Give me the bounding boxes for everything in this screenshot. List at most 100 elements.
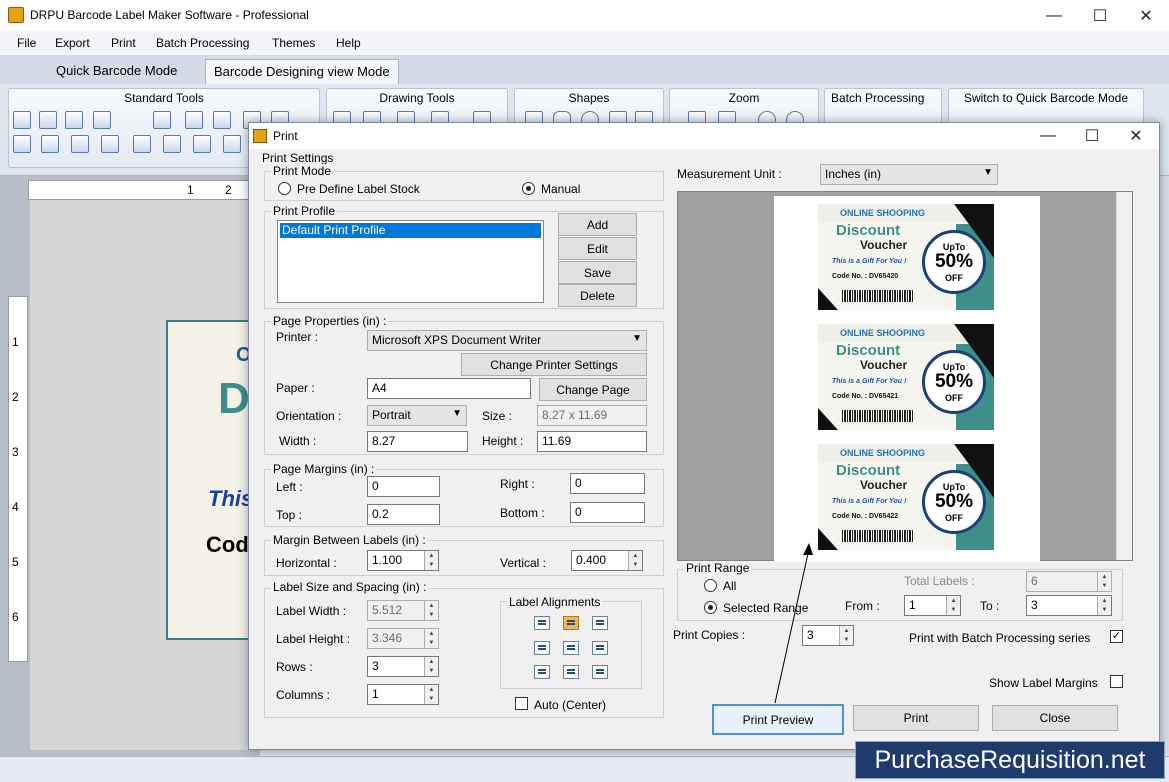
canvas-text: Cod bbox=[206, 532, 249, 557]
coupon-code-text: Code No. : DV65421 bbox=[832, 393, 899, 400]
radio-all[interactable] bbox=[704, 579, 717, 592]
close-button[interactable]: Close bbox=[992, 705, 1118, 731]
open-icon[interactable] bbox=[39, 111, 57, 129]
label-size-label: Label Size and Spacing (in) : bbox=[271, 580, 429, 594]
chevron-down-icon: ▼ bbox=[452, 408, 462, 419]
maximize-icon[interactable]: ☐ bbox=[1077, 0, 1123, 31]
pdf-icon[interactable] bbox=[153, 111, 171, 129]
dialog-close-icon[interactable]: ✕ bbox=[1113, 120, 1159, 151]
orientation-select[interactable]: Portrait ▼ bbox=[367, 405, 467, 426]
to-stepper[interactable]: 3 ▲ ▼ bbox=[1026, 595, 1112, 616]
vertical-spacing-stepper[interactable]: 0.400 ▲ ▼ bbox=[571, 550, 643, 571]
print-dialog-title: Print bbox=[273, 129, 298, 143]
grid-icon[interactable] bbox=[213, 111, 231, 129]
unlock-icon[interactable] bbox=[193, 135, 211, 153]
rows-stepper[interactable]: 3 ▲ ▼ bbox=[367, 656, 439, 677]
close-icon[interactable]: ✕ bbox=[1123, 0, 1169, 31]
print-preview-button[interactable]: Print Preview bbox=[712, 704, 844, 735]
mode-tabs: Quick Barcode Mode Barcode Designing vie… bbox=[0, 55, 1169, 84]
tab-barcode-designing-view-mode[interactable]: Barcode Designing view Mode bbox=[205, 59, 399, 84]
menu-export[interactable]: Export bbox=[55, 36, 90, 50]
align-top-left-icon[interactable] bbox=[534, 616, 550, 630]
page-width-field[interactable]: 8.27 bbox=[367, 431, 468, 452]
auto-center-checkbox[interactable] bbox=[515, 697, 528, 710]
delete-profile-button[interactable]: Delete bbox=[558, 284, 637, 307]
spinner-icon[interactable]: ▲ ▼ bbox=[424, 551, 438, 570]
horizontal-spacing-value: 1.100 bbox=[372, 553, 403, 567]
radio-manual[interactable] bbox=[522, 182, 535, 195]
delete-icon[interactable] bbox=[71, 135, 89, 153]
align-middle-left-icon[interactable] bbox=[534, 641, 550, 655]
left-margin-field[interactable]: 0 bbox=[367, 476, 440, 497]
menu-batch-processing[interactable]: Batch Processing bbox=[156, 36, 249, 50]
measurement-unit-select[interactable]: Inches (in) ▼ bbox=[820, 164, 998, 185]
save-icon[interactable] bbox=[65, 111, 83, 129]
menu-help[interactable]: Help bbox=[336, 36, 361, 50]
change-printer-settings-button[interactable]: Change Printer Settings bbox=[461, 353, 647, 376]
add-profile-button[interactable]: Add bbox=[558, 213, 637, 236]
spinner-icon[interactable]: ▲ ▼ bbox=[1097, 596, 1111, 615]
minimize-icon[interactable]: — bbox=[1031, 0, 1077, 31]
menu-print[interactable]: Print bbox=[111, 36, 136, 50]
printer-setup-icon[interactable] bbox=[223, 135, 241, 153]
print-profile-list[interactable]: Default Print Profile bbox=[277, 220, 544, 303]
align-bottom-left-icon[interactable] bbox=[534, 665, 550, 679]
columns-stepper[interactable]: 1 ▲ ▼ bbox=[367, 684, 439, 705]
paste-icon[interactable] bbox=[41, 135, 59, 153]
to-label: To : bbox=[980, 599, 1000, 613]
ruler-tick-label: 5 bbox=[12, 555, 19, 569]
size-field: 8.27 x 11.69 bbox=[537, 405, 647, 426]
paper-field[interactable]: A4 bbox=[367, 378, 531, 399]
align-bottom-center-icon[interactable] bbox=[563, 665, 579, 679]
radio-predefine-label-stock[interactable] bbox=[278, 182, 291, 195]
layer-icon[interactable] bbox=[133, 135, 151, 153]
coupon-header-text: ONLINE SHOOPING bbox=[840, 328, 926, 338]
total-labels-label: Total Labels : bbox=[904, 574, 975, 588]
save-profile-button[interactable]: Save bbox=[558, 261, 637, 284]
align-top-center-icon[interactable] bbox=[563, 616, 579, 630]
coupon-voucher-text: Voucher bbox=[860, 238, 908, 252]
horizontal-spacing-stepper[interactable]: 1.100 ▲ ▼ bbox=[367, 550, 439, 571]
spinner-icon[interactable]: ▲ ▼ bbox=[946, 596, 960, 615]
barcode-icon bbox=[842, 530, 914, 542]
dialog-minimize-icon[interactable]: — bbox=[1025, 120, 1071, 151]
align-bottom-right-icon[interactable] bbox=[592, 665, 608, 679]
coupon-gift-text: This is a Gift For You ! bbox=[832, 258, 907, 265]
bottom-margin-field[interactable]: 0 bbox=[570, 502, 645, 523]
save-as-icon[interactable] bbox=[93, 111, 111, 129]
coupon-badge: UpTo 50% OFF bbox=[922, 230, 986, 294]
show-label-margins-checkbox[interactable] bbox=[1110, 675, 1123, 688]
print-preview-frame: ONLINE SHOOPING Discount Voucher This is… bbox=[677, 191, 1133, 562]
change-page-button[interactable]: Change Page bbox=[539, 378, 647, 401]
spinner-icon[interactable]: ▲ ▼ bbox=[424, 685, 438, 704]
from-stepper[interactable]: 1 ▲ ▼ bbox=[904, 595, 961, 616]
align-top-right-icon[interactable] bbox=[592, 616, 608, 630]
copy-icon[interactable] bbox=[13, 135, 31, 153]
lock-icon[interactable] bbox=[163, 135, 181, 153]
list-item[interactable]: Default Print Profile bbox=[280, 223, 541, 238]
preview-scrollbar[interactable] bbox=[1116, 192, 1132, 560]
right-margin-field[interactable]: 0 bbox=[570, 473, 645, 494]
menu-themes[interactable]: Themes bbox=[272, 36, 315, 50]
print-icon[interactable] bbox=[185, 111, 203, 129]
canvas-label-design[interactable]: O D This Cod bbox=[166, 320, 260, 640]
group-icon[interactable] bbox=[101, 135, 119, 153]
align-middle-center-icon[interactable] bbox=[563, 641, 579, 655]
radio-selected-range[interactable] bbox=[704, 601, 717, 614]
spinner-icon[interactable]: ▲ ▼ bbox=[839, 626, 853, 645]
new-icon[interactable] bbox=[13, 111, 31, 129]
print-dialog-icon bbox=[253, 129, 267, 143]
left-margin-label: Left : bbox=[276, 480, 303, 494]
spinner-icon[interactable]: ▲ ▼ bbox=[628, 551, 642, 570]
dialog-maximize-icon[interactable]: ☐ bbox=[1069, 120, 1115, 151]
edit-profile-button[interactable]: Edit bbox=[558, 237, 637, 260]
align-middle-right-icon[interactable] bbox=[592, 641, 608, 655]
top-margin-field[interactable]: 0.2 bbox=[367, 504, 440, 525]
printer-select[interactable]: Microsoft XPS Document Writer ▼ bbox=[367, 330, 647, 351]
menu-file[interactable]: File bbox=[17, 36, 36, 50]
print-button[interactable]: Print bbox=[853, 705, 979, 731]
tab-quick-barcode-mode[interactable]: Quick Barcode Mode bbox=[48, 59, 185, 84]
page-height-field[interactable]: 11.69 bbox=[537, 431, 647, 452]
spinner-icon[interactable]: ▲ ▼ bbox=[424, 657, 438, 676]
batch-series-checkbox[interactable]: ✓ bbox=[1110, 630, 1123, 643]
